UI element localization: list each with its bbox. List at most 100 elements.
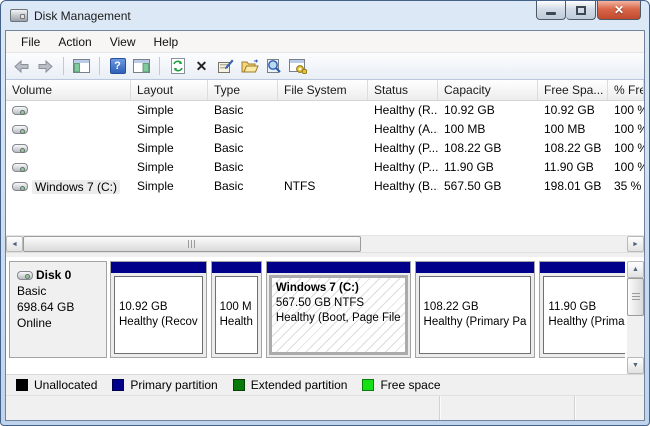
partition-size: 10.92 GB (119, 301, 168, 313)
volume-fs (278, 101, 368, 120)
volume-type: Basic (214, 141, 244, 155)
disk-0-row: Disk 0 Basic 698.64 GB Online 10.92 GB H… (9, 261, 625, 358)
partition-size: 567.50 GB NTFS (275, 297, 365, 309)
volume-row[interactable]: Simple Basic Healthy (P... 108.22 GB 108… (6, 139, 644, 158)
volume-row[interactable]: Simple Basic Healthy (R... 10.92 GB 10.9… (6, 101, 644, 120)
volume-type: Basic (214, 103, 244, 117)
close-icon: ✕ (613, 3, 625, 17)
scrollbar-grip-icon (188, 240, 196, 248)
partition-title: Windows 7 (C:) (275, 282, 359, 294)
minimize-button[interactable] (536, 1, 566, 20)
volume-icon (12, 144, 28, 153)
volume-fs (278, 120, 368, 139)
column-header-file-system[interactable]: File System (278, 80, 368, 101)
forward-icon[interactable] (36, 57, 55, 76)
legend-extended-partition: Extended partition (232, 378, 347, 392)
vertical-scrollbar-track[interactable] (627, 316, 644, 357)
console-settings-icon[interactable] (288, 57, 307, 76)
partition-recovery[interactable]: 10.92 GB Healthy (Recov (110, 261, 207, 358)
legend-primary-partition: Primary partition (112, 378, 218, 392)
column-header-free-space[interactable]: Free Spa... (538, 80, 608, 101)
volume-layout: Simple (137, 160, 174, 174)
disk-type: Basic (17, 284, 47, 298)
volume-icon (12, 163, 28, 172)
toolbar-separator (159, 57, 160, 75)
partition-color-band (266, 262, 410, 273)
menu-help[interactable]: Help (145, 32, 188, 52)
properties-icon[interactable] (216, 57, 235, 76)
column-header-pct-free[interactable]: % Fre (608, 80, 644, 101)
partition-color-band (415, 262, 535, 273)
column-header-volume[interactable]: Volume (6, 80, 131, 101)
partition-color-band (211, 262, 261, 273)
refresh-icon[interactable] (168, 57, 187, 76)
disk-status: Online (17, 316, 52, 330)
horizontal-scrollbar[interactable]: ◄ ► (6, 235, 644, 252)
volume-capacity: 10.92 GB (444, 103, 495, 117)
disk-icon (17, 270, 33, 280)
volume-row-windows7[interactable]: Windows 7 (C:) Simple Basic NTFS Healthy… (6, 177, 644, 196)
partition-windows7-c[interactable]: Windows 7 (C:) 567.50 GB NTFS Healthy (B… (265, 261, 411, 358)
volume-layout: Simple (137, 179, 174, 193)
free-space-swatch-icon (362, 379, 375, 391)
volume-icon (12, 182, 28, 191)
volume-pct-free: 100 % (614, 103, 644, 117)
close-button[interactable]: ✕ (597, 1, 641, 20)
column-header-capacity[interactable]: Capacity (438, 80, 538, 101)
volume-row[interactable]: Simple Basic Healthy (A... 100 MB 100 MB… (6, 120, 644, 139)
column-header-status[interactable]: Status (368, 80, 438, 101)
horizontal-scrollbar-thumb[interactable] (23, 236, 361, 252)
show-action-pane-icon[interactable] (132, 57, 151, 76)
disk-management-app-icon (10, 9, 28, 22)
volume-row[interactable]: Simple Basic Healthy (P... 11.90 GB 11.9… (6, 158, 644, 177)
legend-bar: Unallocated Primary partition Extended p… (6, 374, 644, 395)
find-icon[interactable] (264, 57, 283, 76)
volume-pct-free: 35 % (614, 179, 642, 193)
partition-size: 108.22 GB (423, 301, 479, 313)
menu-action[interactable]: Action (49, 32, 100, 52)
partition-primary-2[interactable]: 11.90 GB Healthy (Primary (539, 261, 625, 358)
volume-fs (278, 158, 368, 177)
status-pane (439, 396, 574, 420)
horizontal-scrollbar-track[interactable] (361, 236, 627, 252)
volume-capacity: 567.50 GB (444, 179, 502, 193)
delete-icon[interactable]: ✕ (192, 57, 211, 76)
status-bar (6, 395, 644, 420)
volume-fs: NTFS (284, 179, 316, 193)
volume-fs (278, 139, 368, 158)
column-header-type[interactable]: Type (208, 80, 278, 101)
volume-free: 100 MB (544, 122, 586, 136)
partition-primary-1[interactable]: 108.22 GB Healthy (Primary Pa (414, 261, 536, 358)
volume-type: Basic (214, 122, 244, 136)
scroll-left-icon[interactable]: ◄ (6, 236, 23, 252)
disk-graphical-pane: Disk 0 Basic 698.64 GB Online 10.92 GB H… (6, 257, 644, 374)
volume-icon (12, 106, 28, 115)
menu-view[interactable]: View (101, 32, 145, 52)
menu-bar: File Action View Help (6, 31, 644, 53)
partition-status: Healthy (Primary (548, 316, 625, 328)
scroll-up-icon[interactable]: ▲ (627, 261, 644, 278)
vertical-scrollbar-thumb[interactable] (627, 278, 644, 316)
scroll-right-icon[interactable]: ► (627, 236, 644, 252)
volume-layout: Simple (137, 122, 174, 136)
partition-system[interactable]: 100 M Health (210, 261, 262, 358)
status-pane (574, 396, 644, 420)
back-icon[interactable] (12, 57, 31, 76)
toolbar-separator (63, 57, 64, 75)
volume-name: Windows 7 (C:) (32, 179, 121, 194)
show-console-tree-icon[interactable] (72, 57, 91, 76)
open-folder-icon[interactable] (240, 57, 259, 76)
disk-0-header[interactable]: Disk 0 Basic 698.64 GB Online (9, 261, 107, 358)
column-header-layout[interactable]: Layout (131, 80, 208, 101)
help-icon[interactable]: ? (108, 57, 127, 76)
menu-file[interactable]: File (12, 32, 49, 52)
scroll-down-icon[interactable]: ▼ (627, 357, 644, 374)
maximize-button[interactable] (566, 1, 596, 20)
volume-layout: Simple (137, 141, 174, 155)
partition-size: 11.90 GB (548, 301, 597, 313)
volume-type: Basic (214, 160, 244, 174)
vertical-scrollbar[interactable]: ▲ ▼ (627, 261, 644, 374)
volume-list-pane: Volume Layout Type File System Status Ca… (6, 80, 644, 252)
partition-status: Healthy (Recov (119, 316, 198, 328)
volume-status: Healthy (B... (374, 179, 438, 193)
